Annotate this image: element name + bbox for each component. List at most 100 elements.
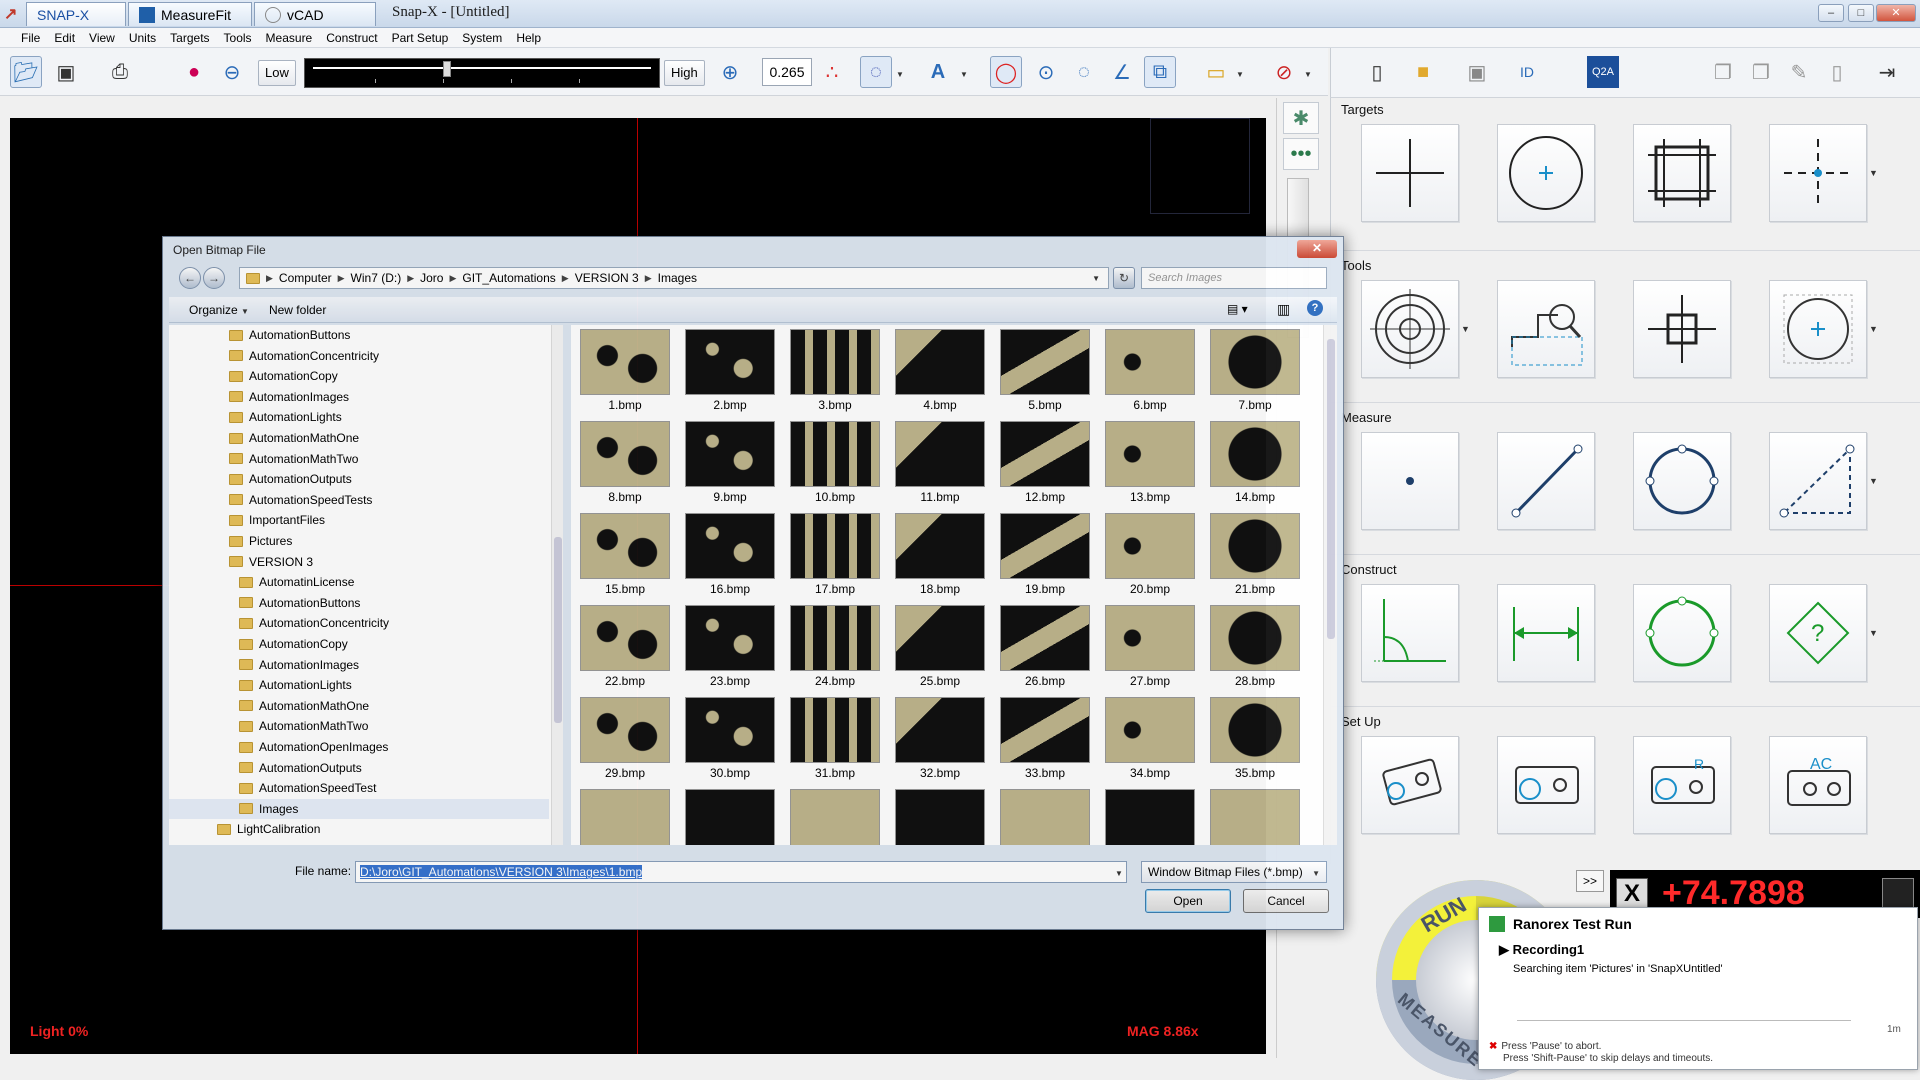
dots-button[interactable]: •••	[1283, 138, 1319, 170]
file-item[interactable]: 4.bmp	[890, 329, 990, 419]
tree-item[interactable]: AutomationCopy	[169, 366, 549, 386]
menu-measure[interactable]: Measure	[259, 31, 320, 45]
file-thumbnail[interactable]	[580, 789, 670, 845]
grid-view-button[interactable]: ✱	[1283, 102, 1319, 134]
menu-construct[interactable]: Construct	[319, 31, 384, 45]
search-input[interactable]: Search Images	[1141, 267, 1327, 289]
file-item[interactable]: 18.bmp	[890, 513, 990, 603]
filename-input[interactable]: D:\Joro\GIT_Automations\VERSION 3\Images…	[355, 861, 1127, 883]
tree-item[interactable]: AutomationLights	[169, 675, 549, 695]
file-item[interactable]: 25.bmp	[890, 605, 990, 695]
calculator-icon[interactable]	[1882, 878, 1914, 910]
tree-item[interactable]: AutomationConcentricity	[169, 346, 549, 366]
open-program-button[interactable]: ■	[1407, 56, 1439, 88]
zoom-value-field[interactable]: 0.265	[762, 58, 812, 86]
breadcrumb-item[interactable]: GIT_Automations	[462, 271, 555, 285]
file-item[interactable]: 12.bmp	[995, 421, 1095, 511]
measure-line-button[interactable]	[1497, 432, 1595, 530]
chevron-down-icon[interactable]: ▼	[1869, 168, 1881, 178]
tree-scrollbar[interactable]	[551, 325, 563, 845]
scrollbar-thumb[interactable]	[1327, 339, 1335, 639]
measure-angle-button[interactable]	[1769, 432, 1867, 530]
tree-item[interactable]: AutomationImages	[169, 655, 549, 675]
dotted-circle-button[interactable]: ◌	[1068, 56, 1100, 88]
file-item[interactable]: 15.bmp	[575, 513, 675, 603]
tree-item[interactable]: AutomationButtons	[169, 593, 549, 613]
forward-button[interactable]: →	[203, 267, 225, 289]
measure-circle-button[interactable]	[1633, 432, 1731, 530]
slider-thumb[interactable]	[443, 61, 451, 77]
file-item[interactable]: 11.bmp	[890, 421, 990, 511]
dialog-close-button[interactable]: ✕	[1297, 240, 1337, 258]
file-thumbnail[interactable]	[1000, 789, 1090, 845]
tree-item[interactable]: AutomationLights	[169, 407, 549, 427]
menu-file[interactable]: File	[14, 31, 47, 45]
tree-item[interactable]: AutomationCopy	[169, 634, 549, 654]
setup-ac-button[interactable]: AC	[1769, 736, 1867, 834]
tree-item[interactable]: LightCalibration	[169, 819, 549, 839]
file-item[interactable]: 35.bmp	[1205, 697, 1305, 787]
file-item[interactable]: 30.bmp	[680, 697, 780, 787]
tree-item[interactable]: AutomationImages	[169, 387, 549, 407]
file-item[interactable]: 26.bmp	[995, 605, 1095, 695]
file-item[interactable]: 3.bmp	[785, 329, 885, 419]
tree-item[interactable]: Pictures	[169, 531, 549, 551]
file-item[interactable]: 27.bmp	[1100, 605, 1200, 695]
grid-scrollbar[interactable]	[1323, 325, 1337, 845]
file-item[interactable]: 5.bmp	[995, 329, 1095, 419]
file-item[interactable]: 31.bmp	[785, 697, 885, 787]
chevron-down-icon[interactable]: ▼	[1115, 869, 1123, 878]
tree-item[interactable]: AutomationMathTwo	[169, 449, 549, 469]
restore-button[interactable]: □	[1848, 4, 1874, 22]
zoom-out-button[interactable]: ⊖	[216, 56, 248, 88]
tab-measurefit[interactable]: MeasureFit	[128, 2, 252, 26]
file-item[interactable]: 23.bmp	[680, 605, 780, 695]
tab-vcad[interactable]: vCAD	[254, 2, 376, 26]
breadcrumb-item[interactable]: VERSION 3	[575, 271, 639, 285]
color-button[interactable]: ●	[178, 56, 210, 88]
expand-button[interactable]: >>	[1576, 870, 1604, 892]
address-bar[interactable]: ▶ Computer ▶ Win7 (D:) ▶ Joro ▶ GIT_Auto…	[239, 267, 1109, 289]
chevron-down-icon[interactable]: ▼	[1304, 70, 1312, 79]
copy-step-button[interactable]: ❐	[1707, 56, 1739, 88]
circle-target-button[interactable]: ⊙	[1030, 56, 1062, 88]
construct-circle-button[interactable]	[1633, 584, 1731, 682]
chevron-down-icon[interactable]: ▼	[1236, 70, 1244, 79]
tree-item[interactable]: Images	[169, 798, 549, 819]
open-button[interactable]: Open	[1145, 889, 1231, 913]
print-button[interactable]: ⎙	[104, 56, 136, 88]
setup-reference-button[interactable]: R	[1633, 736, 1731, 834]
high-button[interactable]: High	[664, 60, 705, 86]
file-item[interactable]: 1.bmp	[575, 329, 675, 419]
save-button[interactable]: ▣	[50, 56, 82, 88]
q2a-button[interactable]: Q2A	[1587, 56, 1619, 88]
part-id-button[interactable]: ID	[1511, 56, 1543, 88]
construct-angle-button[interactable]	[1361, 584, 1459, 682]
file-item[interactable]: 9.bmp	[680, 421, 780, 511]
chevron-down-icon[interactable]: ▼	[1869, 628, 1881, 638]
file-item[interactable]: 29.bmp	[575, 697, 675, 787]
file-item[interactable]: 6.bmp	[1100, 329, 1200, 419]
tree-item[interactable]: AutomationOpenImages	[169, 737, 549, 757]
file-item[interactable]: 33.bmp	[995, 697, 1095, 787]
file-item[interactable]: 28.bmp	[1205, 605, 1305, 695]
camera-off-button[interactable]: ⊘	[1268, 56, 1300, 88]
file-thumbnail[interactable]	[685, 789, 775, 845]
construct-unknown-button[interactable]: ?	[1769, 584, 1867, 682]
tree-item[interactable]: AutomationMathOne	[169, 428, 549, 448]
menu-units[interactable]: Units	[122, 31, 163, 45]
menu-system[interactable]: System	[455, 31, 509, 45]
tree-item[interactable]: AutomationMathTwo	[169, 716, 549, 736]
refresh-button[interactable]: ↻	[1113, 267, 1135, 289]
menu-part-setup[interactable]: Part Setup	[385, 31, 456, 45]
menu-tools[interactable]: Tools	[217, 31, 259, 45]
file-thumbnail[interactable]	[790, 789, 880, 845]
help-icon[interactable]: ?	[1307, 300, 1323, 316]
tree-item[interactable]: AutomationOutputs	[169, 758, 549, 778]
chevron-down-icon[interactable]: ▼	[896, 70, 904, 79]
new-program-button[interactable]: ▯	[1361, 56, 1393, 88]
zoom-in-button[interactable]: ⊕	[714, 56, 746, 88]
filetype-select[interactable]: Window Bitmap Files (*.bmp) ▼	[1141, 861, 1327, 883]
rgb-button[interactable]: ∴	[816, 56, 848, 88]
circle-target-button[interactable]	[1497, 124, 1595, 222]
